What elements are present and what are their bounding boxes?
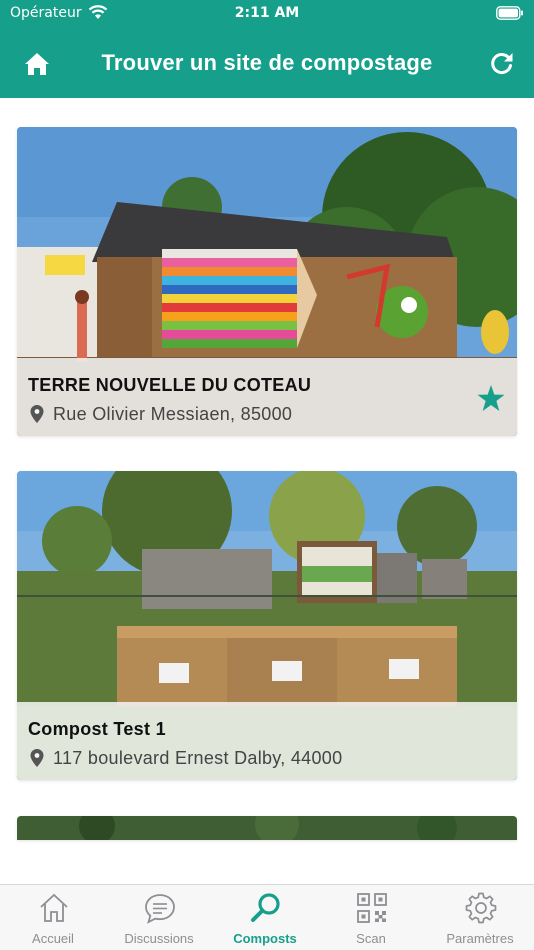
title-row: Trouver un site de compostage	[0, 44, 534, 84]
search-icon	[251, 893, 280, 922]
home-outline-icon	[40, 893, 68, 922]
tab-label: Paramètres	[446, 931, 514, 946]
tab-label: Discussions	[124, 931, 194, 946]
site-card[interactable]: Compost Test 1 117 boulevard Ernest Dalb…	[17, 471, 517, 780]
site-photo	[17, 816, 517, 840]
tab-parametres[interactable]: Paramètres	[427, 885, 533, 950]
tab-scan[interactable]: Scan	[318, 885, 424, 950]
site-address: 117 boulevard Ernest Dalby, 44000	[53, 748, 343, 768]
status-bar: Opérateur 2:11 AM	[0, 0, 534, 28]
location-pin-icon	[30, 749, 44, 767]
gear-icon	[465, 892, 497, 924]
favorite-star-icon[interactable]	[477, 385, 505, 412]
tab-label: Accueil	[32, 931, 74, 946]
site-info-overlay: Compost Test 1 117 boulevard Ernest Dalb…	[17, 702, 517, 780]
battery-icon	[496, 6, 523, 20]
site-name: Compost Test 1	[28, 719, 166, 739]
site-name: TERRE NOUVELLE DU COTEAU	[28, 375, 312, 395]
compost-site-list: TERRE NOUVELLE DU COTEAU Rue Olivier Mes…	[0, 98, 534, 884]
page-title: Trouver un site de compostage	[101, 50, 433, 75]
site-info-overlay: TERRE NOUVELLE DU COTEAU Rue Olivier Mes…	[17, 358, 517, 436]
qr-code-icon	[357, 893, 387, 923]
tab-bar: Accueil Discussions Composts Scan Paramè…	[0, 884, 534, 950]
status-time: 2:11 AM	[234, 5, 300, 21]
chat-icon	[145, 894, 175, 924]
tab-label: Scan	[356, 931, 386, 946]
site-card[interactable]	[17, 816, 517, 840]
tab-label: Composts	[233, 931, 297, 946]
tab-composts[interactable]: Composts	[212, 885, 318, 950]
refresh-icon[interactable]	[490, 51, 514, 75]
site-address: Rue Olivier Messiaen, 85000	[53, 404, 293, 424]
site-card[interactable]: TERRE NOUVELLE DU COTEAU Rue Olivier Mes…	[17, 127, 517, 436]
tab-discussions[interactable]: Discussions	[106, 885, 212, 950]
location-pin-icon	[30, 405, 44, 423]
tab-accueil[interactable]: Accueil	[0, 885, 106, 950]
app-header: Opérateur 2:11 AM Trouver un site de com…	[0, 0, 534, 98]
